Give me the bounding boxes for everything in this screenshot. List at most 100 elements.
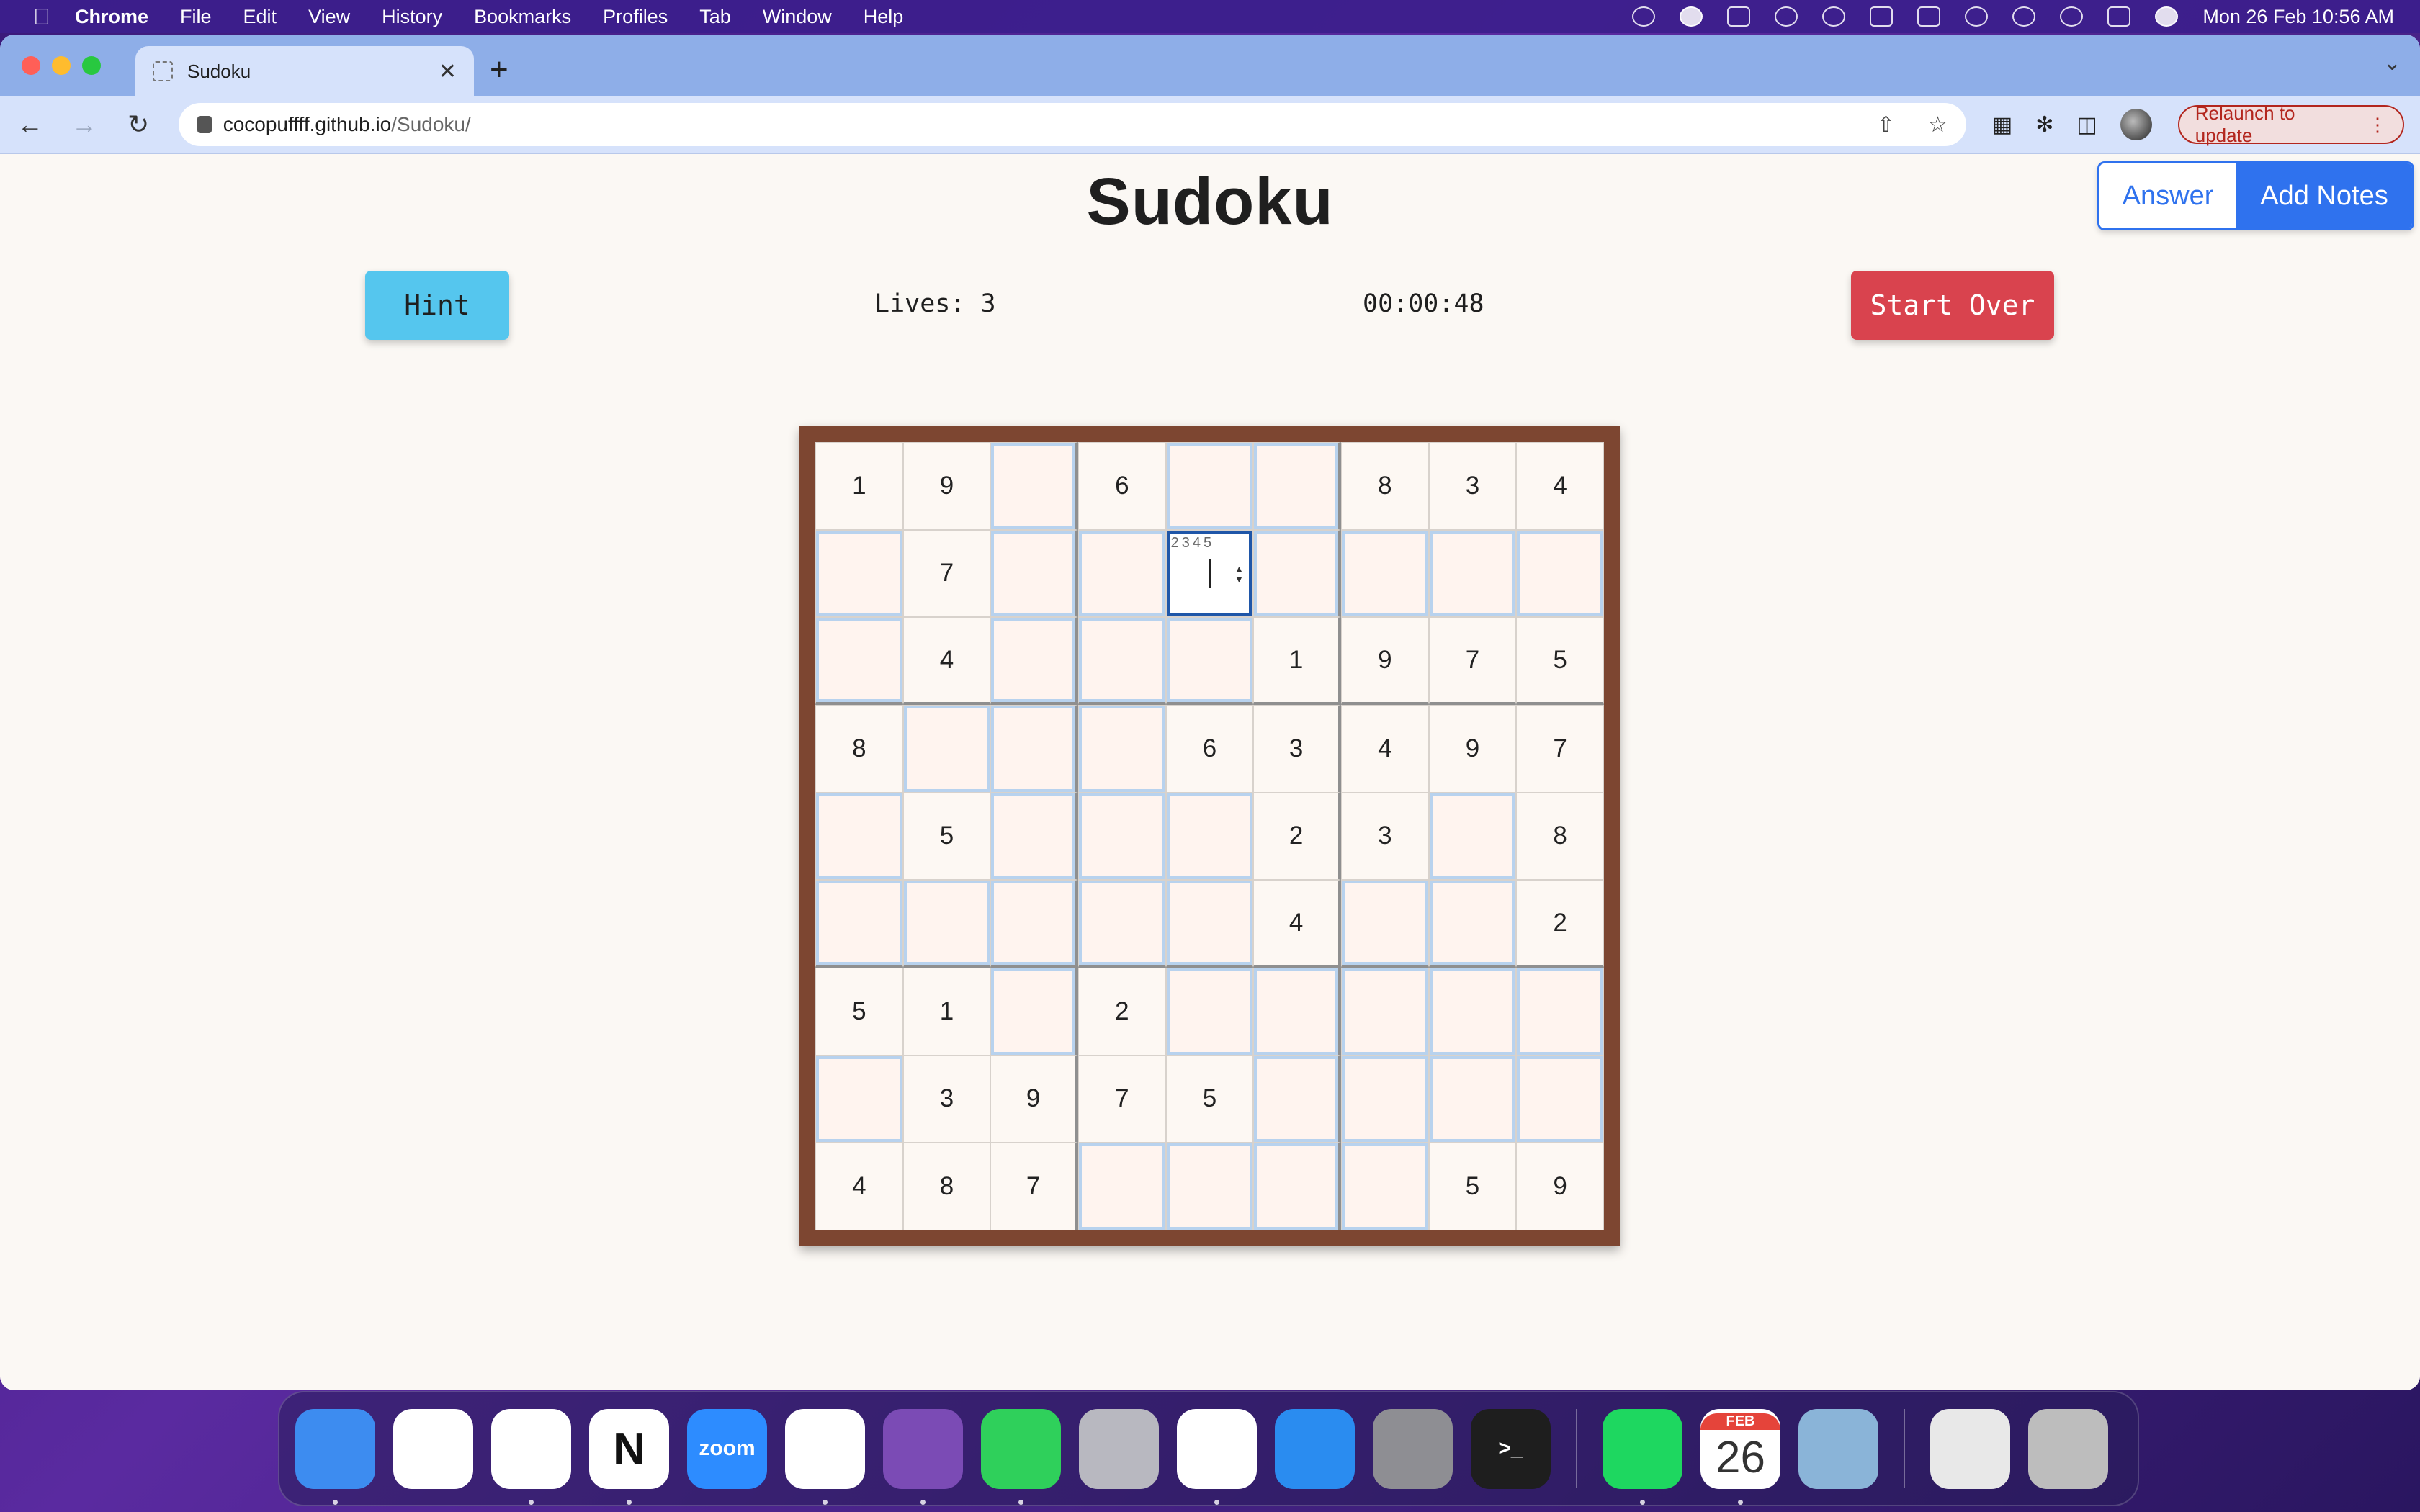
sudoku-cell-r8-c8[interactable]: [1428, 1055, 1517, 1143]
sudoku-cell-r1-c3[interactable]: [990, 442, 1078, 530]
sudoku-cell-r7-c2[interactable]: 1: [902, 967, 991, 1056]
address-bar[interactable]: cocopuffff.github.io /Sudoku/ ⇧ ☆: [178, 103, 1966, 146]
sudoku-cell-r8-c6[interactable]: [1253, 1055, 1341, 1143]
sudoku-cell-r3-c1[interactable]: [815, 617, 903, 705]
sudoku-cell-r5-c3[interactable]: [990, 792, 1078, 881]
sudoku-cell-r9-c5[interactable]: [1165, 1143, 1254, 1230]
sudoku-cell-r8-c2[interactable]: 3: [902, 1055, 991, 1143]
side-panel-icon[interactable]: ◫: [2076, 112, 2097, 138]
extensions-puzzle-icon[interactable]: ✻: [2035, 112, 2053, 138]
sudoku-cell-r6-c6[interactable]: 4: [1253, 880, 1341, 968]
sudoku-cell-r4-c3[interactable]: [990, 704, 1078, 793]
menu-profiles[interactable]: Profiles: [603, 6, 668, 28]
system-settings-dock-icon[interactable]: [1373, 1408, 1453, 1489]
sudoku-cell-r9-c1[interactable]: 4: [815, 1143, 903, 1230]
sudoku-cell-r7-c4[interactable]: 2: [1077, 967, 1166, 1056]
battery-icon[interactable]: [1917, 6, 1941, 27]
terminal-dock-icon[interactable]: >_: [1471, 1408, 1551, 1489]
menu-bookmarks[interactable]: Bookmarks: [474, 6, 571, 28]
start-over-button[interactable]: Start Over: [1851, 271, 2054, 340]
sudoku-cell-r6-c5[interactable]: [1165, 880, 1254, 968]
sudoku-cell-r5-c1[interactable]: [815, 792, 903, 881]
calendar-dock-icon[interactable]: FEB 26: [1700, 1408, 1780, 1505]
launchpad-dock-icon[interactable]: [1079, 1408, 1159, 1489]
trash-dock-icon[interactable]: [2028, 1408, 2108, 1489]
sudoku-cell-r3-c6[interactable]: 1: [1253, 617, 1341, 705]
sudoku-cell-r4-c2[interactable]: [902, 704, 991, 793]
back-button[interactable]: ←: [16, 109, 44, 140]
hint-button[interactable]: Hint: [365, 271, 509, 340]
new-tab-button[interactable]: +: [490, 52, 508, 88]
sudoku-cell-r4-c8[interactable]: 9: [1428, 704, 1517, 793]
sudoku-cell-r2-c4[interactable]: [1077, 529, 1166, 618]
sudoku-cell-r1-c1[interactable]: 1: [815, 442, 903, 530]
sudoku-cell-r3-c9[interactable]: 5: [1516, 617, 1604, 705]
lock-icon[interactable]: [197, 116, 212, 133]
menu-window[interactable]: Window: [763, 6, 832, 28]
sudoku-cell-r2-c9[interactable]: [1516, 529, 1604, 618]
sudoku-cell-r5-c4[interactable]: [1077, 792, 1166, 881]
sudoku-cell-r8-c7[interactable]: [1340, 1055, 1429, 1143]
profile-avatar[interactable]: [2120, 109, 2152, 140]
sudoku-cell-r8-c5[interactable]: 5: [1165, 1055, 1254, 1143]
wifi-icon[interactable]: [1965, 6, 1989, 27]
sudoku-cell-r6-c9[interactable]: 2: [1516, 880, 1604, 968]
sudoku-cell-r2-c5[interactable]: 2345 ▲ ▼: [1165, 529, 1254, 618]
menu-app-name[interactable]: Chrome: [75, 6, 148, 28]
sudoku-cell-r8-c3[interactable]: 9: [990, 1055, 1078, 1143]
onedrive-status-icon[interactable]: [1680, 6, 1703, 27]
tab-sudoku[interactable]: Sudoku ✕: [135, 46, 474, 96]
sudoku-cell-r4-c5[interactable]: 6: [1165, 704, 1254, 793]
siri-icon[interactable]: [2155, 6, 2179, 27]
sudoku-cell-r3-c5[interactable]: [1165, 617, 1254, 705]
user-account-icon[interactable]: [2012, 6, 2036, 27]
sudoku-cell-r1-c7[interactable]: 8: [1340, 442, 1429, 530]
sudoku-cell-r1-c4[interactable]: 6: [1077, 442, 1166, 530]
sudoku-cell-r7-c6[interactable]: [1253, 967, 1341, 1056]
zoom-window-button[interactable]: [82, 56, 101, 75]
spotify-dock-icon[interactable]: [1603, 1408, 1682, 1505]
sudoku-cell-r3-c4[interactable]: [1077, 617, 1166, 705]
sudoku-cell-r5-c2[interactable]: 5: [902, 792, 991, 881]
menu-history[interactable]: History: [382, 6, 442, 28]
sudoku-cell-r2-c1[interactable]: [815, 529, 903, 618]
sudoku-cell-r9-c3[interactable]: 7: [990, 1143, 1078, 1230]
sudoku-cell-r4-c4[interactable]: [1077, 704, 1166, 793]
sudoku-cell-r2-c8[interactable]: [1428, 529, 1517, 618]
sudoku-cell-r6-c3[interactable]: [990, 880, 1078, 968]
finder-dock-icon[interactable]: [295, 1408, 375, 1505]
sudoku-cell-r1-c2[interactable]: 9: [902, 442, 991, 530]
sudoku-cell-r7-c9[interactable]: [1516, 967, 1604, 1056]
preview-dock-icon[interactable]: [1798, 1408, 1878, 1489]
apple-menu-icon[interactable]: : [26, 4, 58, 30]
sudoku-cell-r2-c6[interactable]: [1253, 529, 1341, 618]
sudoku-cell-r3-c7[interactable]: 9: [1340, 617, 1429, 705]
sudoku-cell-r9-c2[interactable]: 8: [902, 1143, 991, 1230]
sudoku-cell-r9-c7[interactable]: [1340, 1143, 1429, 1230]
sudoku-cell-r7-c8[interactable]: [1428, 967, 1517, 1056]
menu-edit[interactable]: Edit: [243, 6, 277, 28]
documents-stack-dock-icon[interactable]: [1930, 1408, 2010, 1489]
tab-search-chevron-icon[interactable]: ⌄: [2383, 50, 2401, 76]
close-window-button[interactable]: [22, 56, 40, 75]
sudoku-cell-r6-c4[interactable]: [1077, 880, 1166, 968]
whatsapp-dock-icon[interactable]: [981, 1408, 1061, 1505]
slack-dock-icon[interactable]: [491, 1408, 571, 1505]
sudoku-cell-r2-c2[interactable]: 7: [902, 529, 991, 618]
spotlight-search-icon[interactable]: [2060, 6, 2084, 27]
sudoku-cell-r7-c1[interactable]: 5: [815, 967, 903, 1056]
sudoku-cell-r5-c8[interactable]: [1428, 792, 1517, 881]
sudoku-cell-r4-c6[interactable]: 3: [1253, 704, 1341, 793]
focus-moon-icon[interactable]: [1822, 6, 1846, 27]
app-store-dock-icon[interactable]: [1275, 1408, 1355, 1489]
github-desktop-dock-icon[interactable]: [883, 1408, 963, 1505]
sudoku-cell-r3-c2[interactable]: 4: [902, 617, 991, 705]
sudoku-cell-r5-c7[interactable]: 3: [1340, 792, 1429, 881]
sudoku-cell-r8-c1[interactable]: [815, 1055, 903, 1143]
chrome-dock-icon[interactable]: [1177, 1408, 1257, 1505]
reload-button[interactable]: ↻: [124, 109, 152, 140]
control-center-icon[interactable]: [2107, 6, 2131, 27]
sudoku-cell-r4-c9[interactable]: 7: [1516, 704, 1604, 793]
notion-extension-icon[interactable]: ▦: [1992, 112, 2012, 138]
sudoku-cell-r2-c7[interactable]: [1340, 529, 1429, 618]
